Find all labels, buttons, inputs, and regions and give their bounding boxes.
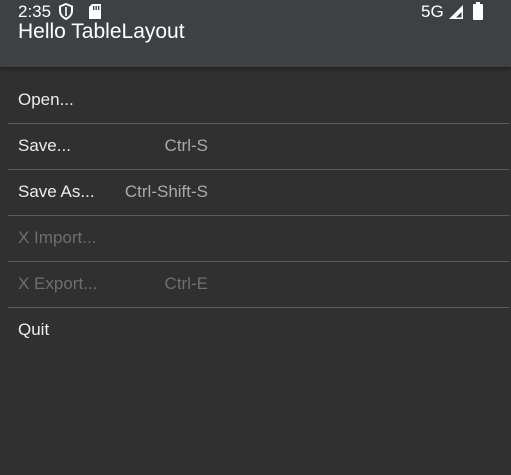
status-bar: 2:35 5G [0,0,511,22]
battery-icon [473,2,483,25]
app-bar: 2:35 5G Hello TableLayout [0,0,511,67]
signal-icon [448,4,464,25]
menu-row-quit[interactable]: Quit [8,308,509,353]
menu-item-label: Save... [18,136,71,155]
menu-row-open[interactable]: Open... [8,78,509,124]
menu-item-label: Save As... [18,182,95,201]
menu-item-shortcut: Ctrl-S [164,136,208,155]
menu-table: Open... Save... Ctrl-S Save As... Ctrl-S… [0,78,511,353]
menu-row-import: X Import... [8,216,509,262]
menu-item-shortcut: Ctrl-E [164,274,208,293]
menu-item-label: X Import... [18,228,97,247]
menu-row-save[interactable]: Save... Ctrl-S [8,124,509,170]
menu-item-label: X Export... [18,274,98,293]
menu-item-shortcut: Ctrl-Shift-S [124,182,208,201]
page-title: Hello TableLayout [18,20,185,43]
menu-row-export: X Export... Ctrl-E [8,262,509,308]
menu-item-label: Quit [18,320,50,339]
status-time: 2:35 [18,2,52,21]
menu-row-save-as[interactable]: Save As... Ctrl-Shift-S [8,170,509,216]
menu-item-label: Open... [18,90,74,109]
network-type: 5G [421,2,444,21]
